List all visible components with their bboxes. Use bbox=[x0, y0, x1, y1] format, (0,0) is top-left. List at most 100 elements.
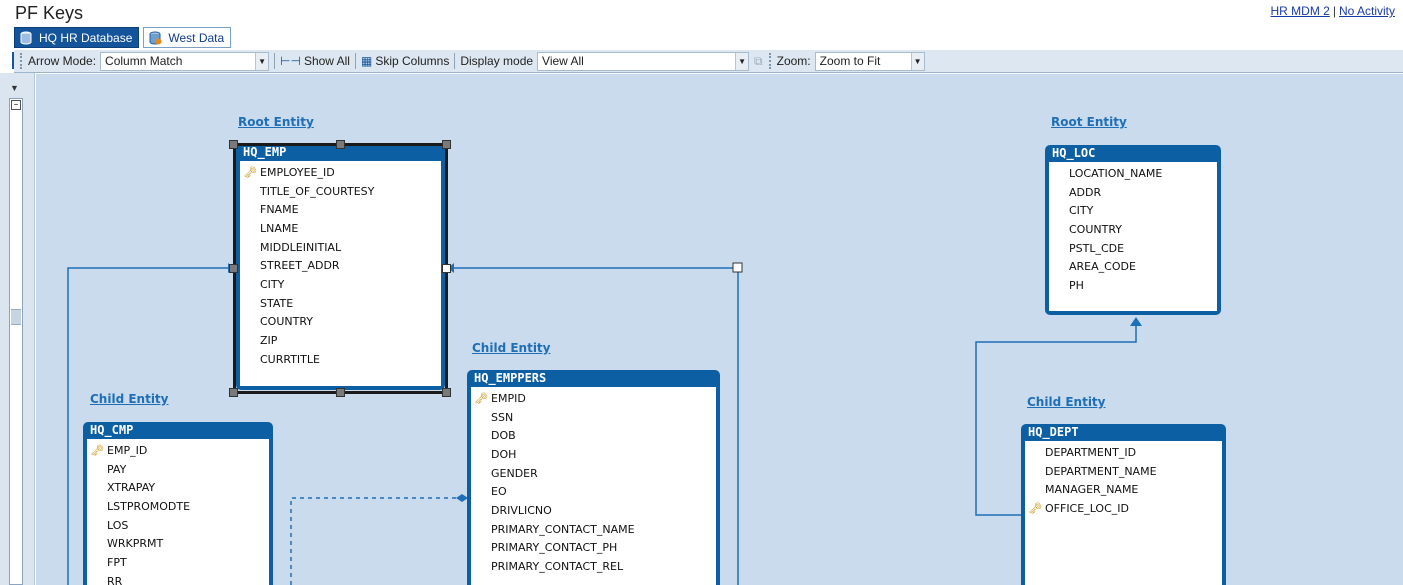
field-row[interactable]: EO bbox=[471, 482, 716, 501]
field-name: LSTPROMODTE bbox=[107, 499, 191, 513]
field-row[interactable]: CITY bbox=[1049, 201, 1217, 220]
field-name: OFFICE_LOC_ID bbox=[1045, 501, 1129, 515]
field-row[interactable]: PSTL_CDE bbox=[1049, 239, 1217, 258]
field-name: EMP_ID bbox=[107, 443, 148, 457]
chevron-down-icon: ▼ bbox=[735, 52, 749, 70]
field-name: PSTL_CDE bbox=[1069, 241, 1125, 255]
field-name: EMPID bbox=[491, 391, 526, 405]
resize-handle[interactable] bbox=[442, 140, 451, 149]
field-row[interactable]: ADDR bbox=[1049, 183, 1217, 202]
entity-hq-loc[interactable]: HQ_LOC LOCATION_NAME ADDR CITY COUNTRY PSTL_… bbox=[1045, 145, 1221, 315]
tab-label: West Data bbox=[168, 30, 225, 45]
chevron-down-icon: ▼ bbox=[910, 52, 924, 70]
field-name: WRKPRMT bbox=[107, 537, 164, 551]
field-name: PRIMARY_CONTACT_PH bbox=[491, 541, 618, 555]
resize-handle[interactable] bbox=[229, 264, 238, 273]
resize-handle[interactable] bbox=[229, 388, 238, 397]
field-list: DEPARTMENT_ID DEPARTMENT_NAME MANAGER_NAME… bbox=[1025, 441, 1222, 585]
field-row[interactable]: PRIMARY_CONTACT_NAME bbox=[471, 520, 716, 539]
field-row[interactable]: SSN bbox=[471, 408, 716, 427]
root-entity-caption[interactable]: Root Entity bbox=[1051, 115, 1127, 129]
child-entity-caption[interactable]: Child Entity bbox=[90, 392, 169, 406]
page-title: PF Keys bbox=[15, 3, 84, 23]
entity-hq-emppers[interactable]: HQ_EMPPERS 🗝 EMPID SSN DOB DOH GENDER EO DRIVLI… bbox=[467, 370, 720, 585]
field-row[interactable]: AREA_CODE bbox=[1049, 257, 1217, 276]
arrow-mode-select[interactable]: Column Match ▼ bbox=[100, 51, 270, 71]
resize-handle[interactable] bbox=[442, 388, 451, 397]
field-row[interactable]: PH bbox=[1049, 276, 1217, 295]
entity-hq-dept[interactable]: HQ_DEPT DEPARTMENT_ID DEPARTMENT_NAME MANA… bbox=[1021, 424, 1226, 585]
entity-title: HQ_CMP bbox=[90, 423, 134, 437]
display-mode-select[interactable]: View All ▼ bbox=[537, 51, 750, 71]
field-name: MANAGER_NAME bbox=[1045, 483, 1139, 497]
resize-handle[interactable] bbox=[336, 140, 345, 149]
field-name: FPT bbox=[107, 555, 127, 569]
entity-hq-cmp[interactable]: HQ_CMP 🗝 EMP_ID PAY XTRAPAY LSTPROMODTE LOS WR… bbox=[83, 422, 273, 585]
zoom-select[interactable]: Zoom to Fit ▼ bbox=[814, 51, 925, 71]
field-row[interactable]: COUNTRY bbox=[1049, 220, 1217, 239]
vertical-scrollbar[interactable]: − bbox=[9, 98, 23, 585]
field-row[interactable]: LOCATION_NAME bbox=[1049, 164, 1217, 183]
field-row[interactable]: 🗝 EMP_ID bbox=[87, 441, 269, 460]
toolbar-grip[interactable] bbox=[768, 53, 773, 69]
field-row[interactable]: MANAGER_NAME bbox=[1025, 480, 1222, 499]
hr-mdm-link[interactable]: HR MDM 2 bbox=[1271, 4, 1330, 18]
field-row[interactable]: LOS bbox=[87, 516, 269, 535]
field-row[interactable]: DEPARTMENT_NAME bbox=[1025, 462, 1222, 481]
tab-west-data[interactable]: West Data bbox=[143, 27, 232, 48]
field-name: DOB bbox=[491, 429, 516, 443]
resize-handle[interactable] bbox=[442, 264, 451, 273]
field-row[interactable]: 🗝 OFFICE_LOC_ID bbox=[1025, 499, 1222, 518]
field-name: EO bbox=[491, 485, 507, 499]
field-row[interactable]: XTRAPAY bbox=[87, 478, 269, 497]
field-row[interactable]: GENDER bbox=[471, 464, 716, 483]
field-row[interactable]: DOH bbox=[471, 445, 716, 464]
field-row[interactable]: PRIMARY_CONTACT_REL bbox=[471, 557, 716, 576]
key-icon: 🗝 bbox=[1028, 501, 1042, 515]
scrollbar-thumb[interactable] bbox=[11, 309, 21, 325]
field-name: GENDER bbox=[491, 466, 538, 480]
field-row[interactable]: LSTPROMODTE bbox=[87, 497, 269, 516]
field-row[interactable]: DOB bbox=[471, 426, 716, 445]
field-row[interactable]: WRKPRMT bbox=[87, 534, 269, 553]
field-row[interactable]: DEPARTMENT_ID bbox=[1025, 443, 1222, 462]
resize-handle[interactable] bbox=[229, 140, 238, 149]
resize-handle[interactable] bbox=[336, 388, 345, 397]
no-activity-link[interactable]: No Activity bbox=[1339, 4, 1395, 18]
zoom-value: Zoom to Fit bbox=[819, 54, 881, 68]
field-name: PAY bbox=[107, 462, 127, 476]
key-icon: 🗝 bbox=[474, 391, 488, 405]
field-name: LOS bbox=[107, 518, 129, 532]
table-icon: ▦ bbox=[360, 54, 373, 68]
tab-bar: HQ HR Database West Data bbox=[14, 27, 232, 48]
root-entity-caption[interactable]: Root Entity bbox=[238, 115, 314, 129]
tab-hq-hr-database[interactable]: HQ HR Database bbox=[14, 27, 140, 48]
field-row[interactable]: 🗝 EMPID bbox=[471, 389, 716, 408]
field-name: PRIMARY_CONTACT_NAME bbox=[491, 522, 635, 536]
field-row[interactable]: PRIMARY_CONTACT_PH bbox=[471, 539, 716, 558]
header: PF Keys HR MDM 2 | No Activity HQ HR Datab… bbox=[0, 0, 1403, 50]
child-entity-caption[interactable]: Child Entity bbox=[1027, 395, 1106, 409]
show-all-button[interactable]: ⊢⊣ Show All bbox=[280, 54, 350, 68]
caret-down-icon[interactable]: ▼ bbox=[10, 83, 19, 93]
collapse-icon[interactable]: − bbox=[11, 100, 21, 110]
toolbar-grip[interactable] bbox=[20, 53, 24, 69]
top-links: HR MDM 2 | No Activity bbox=[1271, 4, 1395, 18]
skip-columns-button[interactable]: ▦ Skip Columns bbox=[361, 54, 449, 68]
diagram-canvas[interactable]: Root Entity Root Entity Child Entity Chi… bbox=[36, 74, 1403, 585]
child-entity-caption[interactable]: Child Entity bbox=[472, 341, 551, 355]
toolbar: Arrow Mode: Column Match ▼ ⊢⊣ Show All ▦… bbox=[14, 50, 1403, 73]
divider bbox=[354, 53, 356, 69]
field-row[interactable]: PAY bbox=[87, 460, 269, 479]
field-row[interactable]: FPT bbox=[87, 553, 269, 572]
field-name: DOH bbox=[491, 447, 517, 461]
field-name: PH bbox=[1069, 278, 1084, 292]
field-name: LOCATION_NAME bbox=[1069, 166, 1163, 180]
entity-title: HQ_EMPPERS bbox=[474, 371, 547, 385]
apply-icon[interactable]: ⧉ bbox=[754, 54, 763, 69]
field-name: SSN bbox=[491, 410, 514, 424]
field-row[interactable]: DRIVLICNO bbox=[471, 501, 716, 520]
key-icon: 🗝 bbox=[90, 443, 104, 457]
field-row[interactable]: RR bbox=[87, 572, 269, 585]
field-name: DRIVLICNO bbox=[491, 503, 552, 517]
